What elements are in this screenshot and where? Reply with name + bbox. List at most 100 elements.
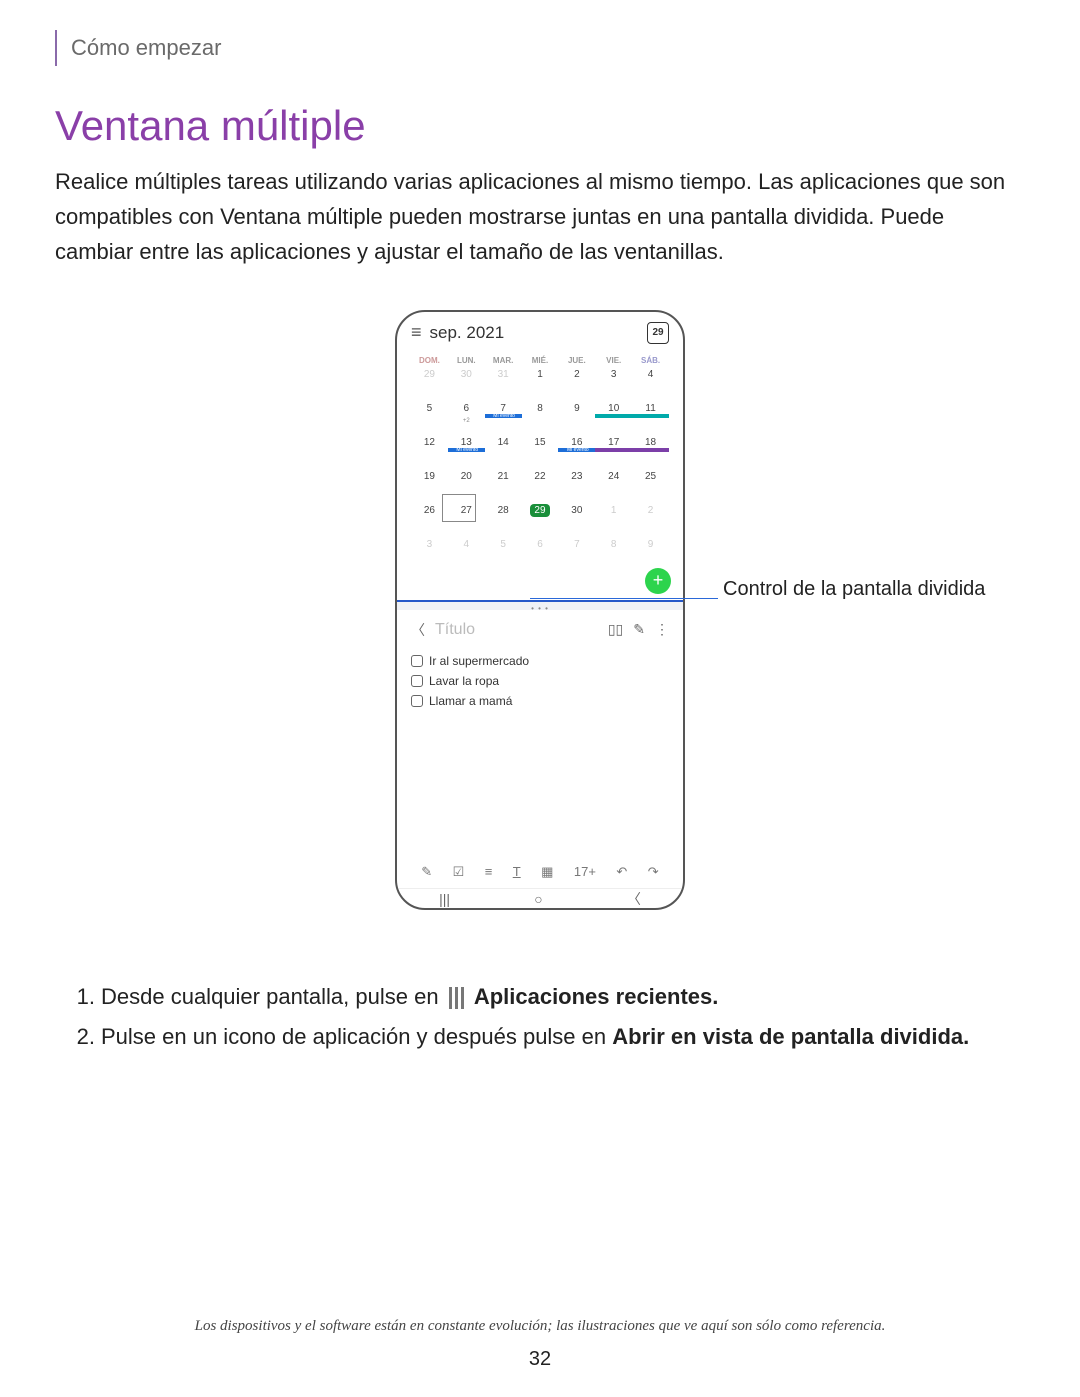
event-bar — [632, 414, 669, 418]
toolbar-redo-icon[interactable]: ↷ — [648, 864, 659, 880]
intro-paragraph: Realice múltiples tareas utilizando vari… — [55, 164, 1025, 270]
date-cell[interactable]: 29 — [411, 369, 448, 380]
date-cell[interactable]: 30 — [448, 369, 485, 380]
day-label: SÁB. — [632, 356, 669, 365]
date-cell[interactable]: 1 — [595, 505, 632, 516]
toolbar-text-icon[interactable]: T — [513, 864, 521, 880]
notes-app: 〈 Título ▯▯ ✎ ⋮ Ir al supermercado Lavar… — [397, 610, 683, 888]
add-event-fab[interactable]: + — [645, 568, 671, 594]
date-cell[interactable]: 7 — [558, 539, 595, 550]
date-cell[interactable]: 25 — [632, 471, 669, 482]
date-cell[interactable]: 5 — [411, 403, 448, 414]
back-icon[interactable]: 〈 — [411, 620, 425, 640]
hamburger-icon[interactable]: ≡ — [411, 322, 422, 343]
checklist-item[interactable]: Llamar a mamá — [411, 694, 669, 708]
toolbar-format-icon[interactable]: ≡ — [485, 864, 493, 880]
android-nav-bar: ||| ○ 〈 — [397, 888, 683, 910]
checklist-item[interactable]: Ir al supermercado — [411, 654, 669, 668]
date-cell[interactable]: 15 — [522, 437, 559, 448]
checkbox-icon[interactable] — [411, 695, 423, 707]
event-bar: Mi evento — [485, 414, 522, 418]
today-icon[interactable]: 29 — [647, 322, 669, 344]
day-label: DOM. — [411, 356, 448, 365]
date-cell[interactable]: 30 — [558, 505, 595, 516]
nav-back-icon[interactable]: 〈 — [627, 889, 641, 909]
day-label: LUN. — [448, 356, 485, 365]
more-icon[interactable]: ⋮ — [655, 621, 669, 638]
nav-recents-icon[interactable]: ||| — [439, 891, 450, 907]
date-cell[interactable]: 16 Mi evento — [558, 437, 595, 448]
note-title-input[interactable]: Título — [435, 621, 598, 639]
date-cell[interactable]: 8 — [522, 403, 559, 414]
date-cell[interactable]: 17 — [595, 437, 632, 448]
date-cell[interactable]: 9 — [558, 403, 595, 414]
date-cell[interactable]: 3 — [411, 539, 448, 550]
date-cell[interactable]: 6 — [522, 539, 559, 550]
date-cell[interactable]: 14 — [485, 437, 522, 448]
date-cell[interactable]: 2 — [558, 369, 595, 380]
day-of-week-header: DOM. LUN. MAR. MIÉ. JUE. VIE. SÁB. — [411, 356, 669, 365]
toolbar-draw-icon[interactable]: ✎ — [421, 864, 432, 880]
date-cell[interactable]: 22 — [522, 471, 559, 482]
recent-apps-icon — [449, 987, 464, 1009]
date-cell[interactable]: 4 — [448, 539, 485, 550]
phone-frame: ≡ sep. 2021 29 DOM. LUN. MAR. MIÉ. JUE. … — [395, 310, 685, 910]
checkbox-icon[interactable] — [411, 655, 423, 667]
figure-container: ≡ sep. 2021 29 DOM. LUN. MAR. MIÉ. JUE. … — [55, 310, 1025, 930]
footer-note: Los dispositivos y el software están en … — [0, 1318, 1080, 1335]
split-screen-control[interactable]: • • • — [397, 600, 683, 610]
toolbar-color-icon[interactable]: ▦ — [541, 864, 553, 880]
date-cell[interactable]: 5 — [485, 539, 522, 550]
checklist-item-text: Lavar la ropa — [429, 674, 499, 688]
instruction-steps: Desde cualquier pantalla, pulse en Aplic… — [55, 980, 1025, 1054]
step-item: Pulse en un icono de aplicación y despué… — [101, 1020, 1025, 1054]
day-label: MIÉ. — [522, 356, 559, 365]
date-cell[interactable]: 20 — [448, 471, 485, 482]
date-cell[interactable]: 2 — [632, 505, 669, 516]
day-label: VIE. — [595, 356, 632, 365]
date-cell[interactable]: 4 — [632, 369, 669, 380]
date-cell[interactable]: 1 — [522, 369, 559, 380]
event-bar — [595, 414, 632, 418]
step-item: Desde cualquier pantalla, pulse en Aplic… — [101, 980, 1025, 1014]
date-cell[interactable]: 13 Mi evento — [448, 437, 485, 448]
calendar-month-label[interactable]: sep. 2021 — [430, 323, 647, 343]
attach-icon[interactable]: ✎ — [633, 621, 645, 638]
checklist-item[interactable]: Lavar la ropa — [411, 674, 669, 688]
date-cell[interactable]: 31 — [485, 369, 522, 380]
date-cell[interactable]: 8 — [595, 539, 632, 550]
date-cell[interactable]: 3 — [595, 369, 632, 380]
date-cell-today[interactable]: 29 — [522, 505, 559, 516]
date-cell[interactable]: 9 — [632, 539, 669, 550]
date-cell[interactable]: 6 +2 — [448, 403, 485, 425]
date-cell[interactable]: 11 — [632, 403, 669, 414]
date-cell[interactable]: 24 — [595, 471, 632, 482]
nav-home-icon[interactable]: ○ — [534, 891, 542, 907]
callout-leader-line — [530, 598, 718, 599]
page-number: 32 — [0, 1348, 1080, 1371]
date-cell[interactable]: 28 — [485, 505, 522, 516]
day-label: MAR. — [485, 356, 522, 365]
checkbox-icon[interactable] — [411, 675, 423, 687]
toolbar-checkbox-icon[interactable]: ☑ — [453, 864, 465, 880]
checklist: Ir al supermercado Lavar la ropa Llamar … — [411, 654, 669, 714]
date-cell[interactable]: 18 — [632, 437, 669, 448]
event-bar — [632, 448, 669, 452]
event-bar — [595, 448, 632, 452]
calendar-app: ≡ sep. 2021 29 DOM. LUN. MAR. MIÉ. JUE. … — [397, 312, 683, 600]
checklist-item-text: Llamar a mamá — [429, 694, 512, 708]
toolbar-plus-label[interactable]: 17+ — [574, 864, 596, 880]
breadcrumb: Cómo empezar — [55, 30, 1025, 66]
date-cell[interactable]: 12 — [411, 437, 448, 448]
date-cell[interactable]: 23 — [558, 471, 595, 482]
date-cell[interactable]: 7 Mi evento — [485, 403, 522, 414]
date-cell[interactable]: 10 — [595, 403, 632, 414]
event-bar: Mi evento — [448, 448, 485, 452]
toolbar-undo-icon[interactable]: ↶ — [616, 864, 627, 880]
reader-icon[interactable]: ▯▯ — [608, 621, 623, 638]
date-cell[interactable]: 21 — [485, 471, 522, 482]
notes-toolbar: ✎ ☑ ≡ T ▦ 17+ ↶ ↷ — [411, 860, 669, 884]
checklist-item-text: Ir al supermercado — [429, 654, 529, 668]
day-label: JUE. — [558, 356, 595, 365]
date-cell[interactable]: 19 — [411, 471, 448, 482]
